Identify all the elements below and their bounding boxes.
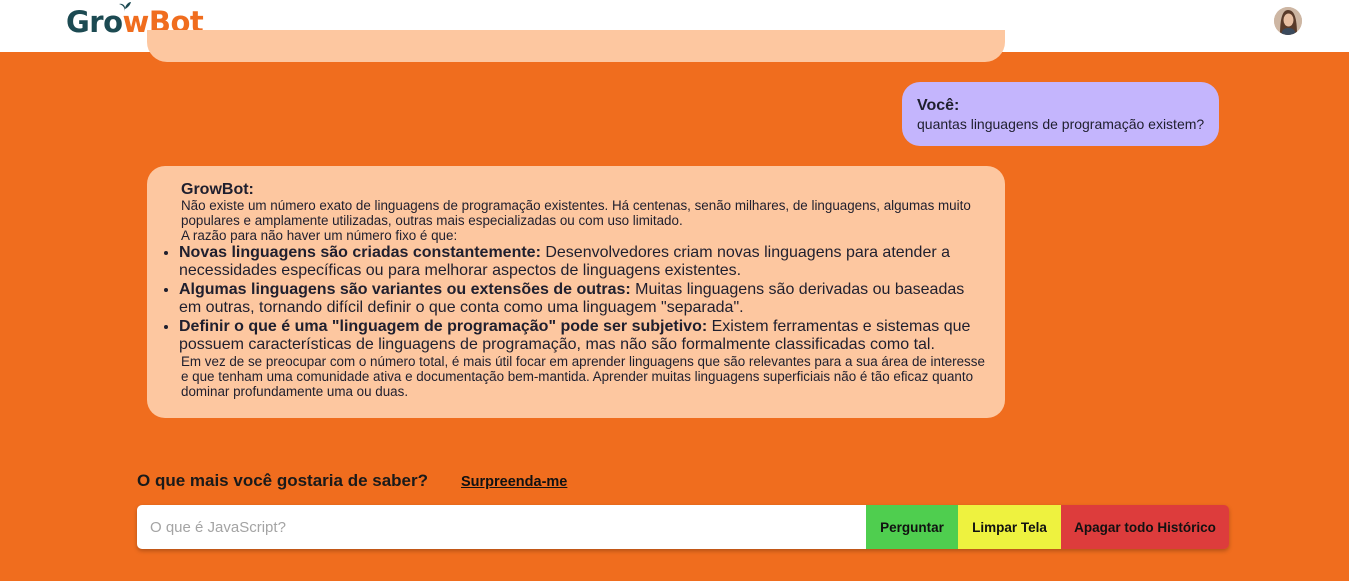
bot-intro-text: Não existe um número exato de linguagens… <box>181 198 971 228</box>
list-item: Novas linguagens são criadas constanteme… <box>179 243 985 280</box>
bot-message-bubble: GrowBot: Não existe um número exato de l… <box>147 166 1005 418</box>
list-item-title: Algumas linguagens são variantes ou exte… <box>179 281 631 298</box>
user-avatar[interactable] <box>1274 7 1302 35</box>
list-item: Algumas linguagens são variantes ou exte… <box>179 280 985 317</box>
avatar-icon <box>1274 7 1302 35</box>
bot-conclusion-text: Em vez de se preocupar com o número tota… <box>181 354 985 399</box>
bot-reason-intro: A razão para não haver um número fixo é … <box>181 228 458 243</box>
delete-history-button[interactable]: Apagar todo Histórico <box>1061 505 1229 549</box>
logo-text-gr: Gr <box>66 5 104 39</box>
ask-button[interactable]: Perguntar <box>866 505 958 549</box>
list-item-title: Novas linguagens são criadas constanteme… <box>179 244 541 261</box>
bot-sender-label: GrowBot: <box>181 181 254 198</box>
sprout-icon <box>119 2 131 12</box>
list-item: Definir o que é uma "linguagem de progra… <box>179 317 985 354</box>
question-input[interactable] <box>137 505 866 549</box>
previous-bot-message <box>147 30 1005 62</box>
question-prompt: O que mais você gostaria de saber? <box>137 471 429 490</box>
bot-reasons-list: Novas linguagens são criadas constanteme… <box>179 243 985 354</box>
user-message-text: quantas linguagens de programação existe… <box>917 116 1205 132</box>
ask-form: Perguntar Limpar Tela Apagar todo Histór… <box>137 505 1229 549</box>
list-item-title: Definir o que é uma "linguagem de progra… <box>179 318 708 335</box>
clear-screen-button[interactable]: Limpar Tela <box>958 505 1061 549</box>
surprise-me-link[interactable]: Surpreenda-me <box>461 473 567 491</box>
user-sender-label: Você: <box>917 97 960 114</box>
user-message-bubble: Você: quantas linguagens de programação … <box>902 82 1219 146</box>
